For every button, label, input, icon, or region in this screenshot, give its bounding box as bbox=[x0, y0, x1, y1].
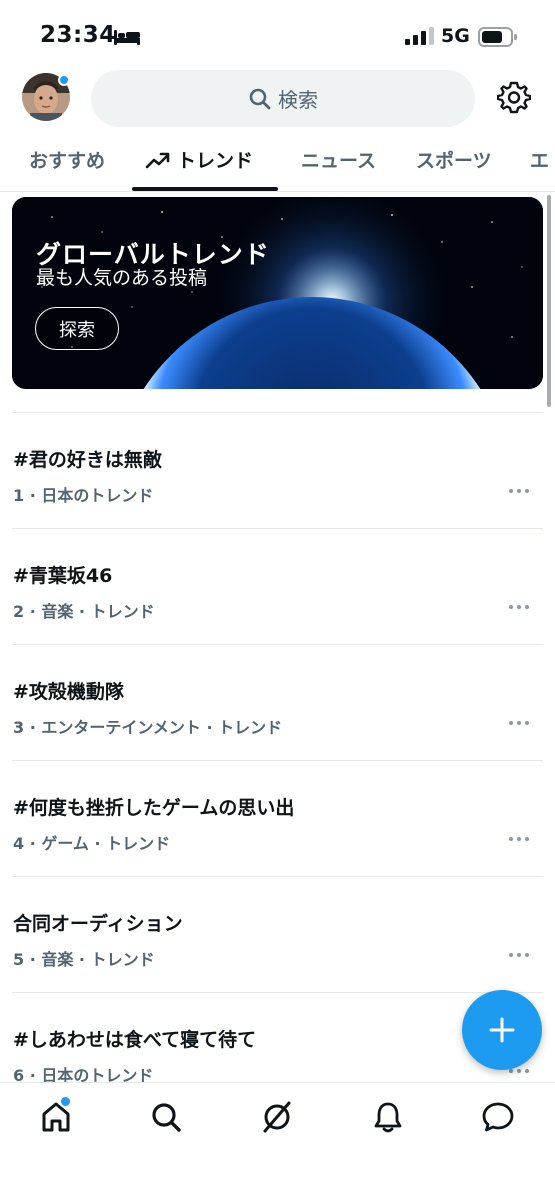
more-options-icon[interactable] bbox=[507, 597, 531, 617]
more-options-icon[interactable] bbox=[507, 945, 531, 965]
settings-gear-icon[interactable] bbox=[497, 80, 531, 114]
search-icon[interactable] bbox=[148, 1099, 184, 1135]
trend-meta: 1 · 日本のトレンド bbox=[13, 486, 154, 505]
network-label: 5G bbox=[441, 25, 470, 47]
tab-news[interactable]: ニュース bbox=[301, 146, 376, 173]
tab-trending[interactable]: トレンド bbox=[145, 146, 253, 173]
signal-icon bbox=[405, 27, 434, 45]
trend-item[interactable]: #君の好きは無敵 1 · 日本のトレンド bbox=[12, 413, 543, 529]
trend-title: #何度も挫折したゲームの思い出 bbox=[13, 797, 295, 819]
notification-dot bbox=[58, 74, 70, 86]
plus-icon bbox=[489, 1017, 515, 1043]
trend-title: #攻殻機動隊 bbox=[13, 681, 124, 703]
bottom-nav bbox=[0, 1082, 555, 1200]
tab-active-indicator bbox=[132, 187, 278, 191]
trend-meta: 4 · ゲーム · トレンド bbox=[13, 834, 171, 853]
tab-sports[interactable]: スポーツ bbox=[416, 146, 492, 173]
trend-item[interactable]: 合同オーディション 5 · 音楽 · トレンド bbox=[12, 877, 543, 993]
search-placeholder: 検索 bbox=[278, 88, 318, 112]
sleep-focus-icon bbox=[114, 30, 140, 45]
trend-title: 合同オーディション bbox=[13, 913, 183, 935]
trend-item[interactable]: #青葉坂46 2 · 音楽 · トレンド bbox=[12, 529, 543, 645]
global-trend-banner[interactable]: グローバルトレンド 最も人気のある投稿 探索 bbox=[12, 197, 543, 389]
notifications-bell-icon[interactable] bbox=[370, 1099, 406, 1135]
tab-trending-label: トレンド bbox=[177, 150, 254, 172]
trend-meta: 3 · エンターテインメント · トレンド bbox=[13, 718, 283, 737]
messages-icon[interactable] bbox=[480, 1099, 516, 1135]
trend-title: #青葉坂46 bbox=[13, 565, 113, 587]
compose-button[interactable] bbox=[462, 990, 542, 1070]
earth-image bbox=[12, 197, 543, 389]
trend-item[interactable]: #攻殻機動隊 3 · エンターテインメント · トレンド bbox=[12, 645, 543, 761]
tab-bar: おすすめ トレンド ニュース スポーツ エ bbox=[0, 128, 555, 192]
trend-title: #君の好きは無敵 bbox=[13, 449, 162, 471]
trend-title: #しあわせは食べて寝て待て bbox=[13, 1029, 257, 1051]
more-options-icon[interactable] bbox=[507, 481, 531, 501]
scrollbar[interactable] bbox=[547, 195, 551, 407]
banner-subtitle: 最も人気のある投稿 bbox=[36, 267, 208, 289]
more-options-icon[interactable] bbox=[507, 829, 531, 849]
more-options-icon[interactable] bbox=[507, 713, 531, 733]
trend-meta: 5 · 音楽 · トレンド bbox=[13, 950, 155, 969]
tab-recommended[interactable]: おすすめ bbox=[29, 146, 105, 173]
trend-meta: 2 · 音楽 · トレンド bbox=[13, 602, 155, 621]
search-icon bbox=[249, 88, 271, 109]
trend-list: #君の好きは無敵 1 · 日本のトレンド #青葉坂46 2 · 音楽 · トレン… bbox=[12, 412, 543, 1109]
trend-item[interactable]: #何度も挫折したゲームの思い出 4 · ゲーム · トレンド bbox=[12, 761, 543, 877]
explore-button[interactable]: 探索 bbox=[35, 307, 119, 350]
battery-icon bbox=[478, 27, 517, 47]
status-time: 23:34 bbox=[40, 22, 116, 48]
grok-icon[interactable] bbox=[259, 1099, 295, 1135]
tab-entertainment[interactable]: エ bbox=[530, 146, 549, 173]
trending-arrow-icon bbox=[145, 152, 170, 169]
search-input[interactable]: 検索 bbox=[91, 70, 475, 127]
status-bar: 23:34 5G bbox=[0, 0, 555, 70]
home-notification-dot bbox=[61, 1097, 70, 1106]
